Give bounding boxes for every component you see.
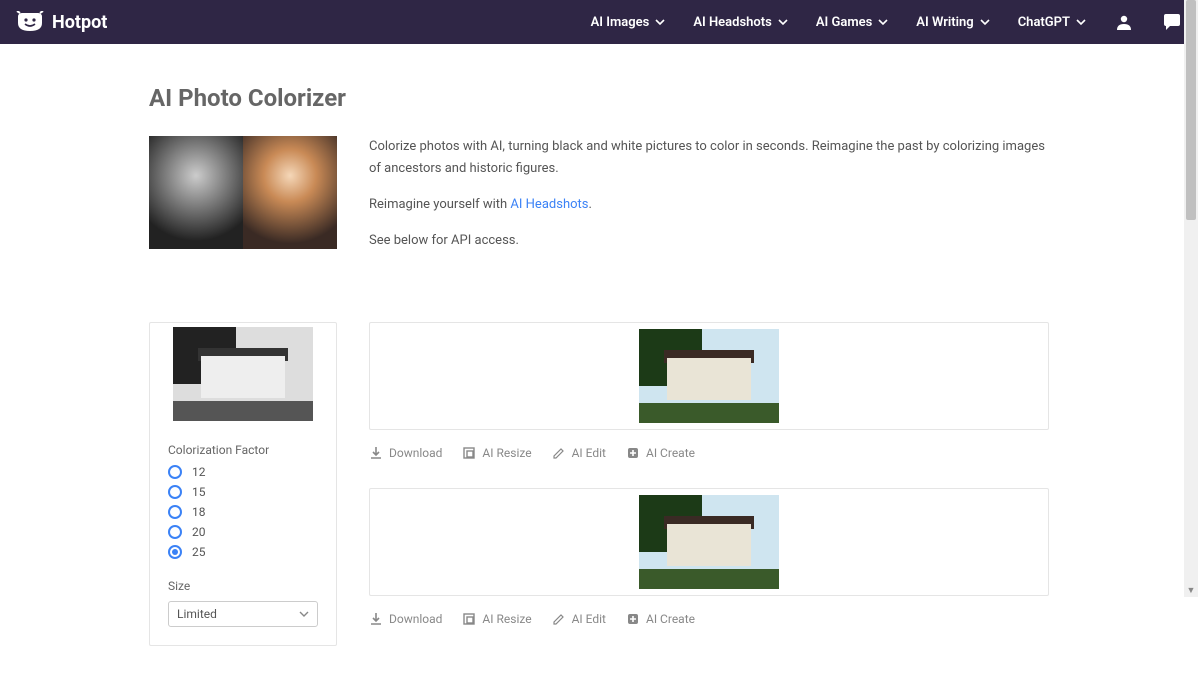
main-nav: AI Images AI Headshots AI Games AI Writi… — [591, 12, 1182, 32]
radio-icon — [168, 505, 182, 519]
chevron-down-icon — [778, 17, 788, 27]
chevron-down-icon — [299, 609, 309, 619]
result-card-2 — [369, 488, 1049, 596]
input-card: Colorization Factor 12 15 18 20 25 Size … — [149, 322, 337, 646]
intro-paragraph-2: Reimagine yourself with AI Headshots. — [369, 194, 1049, 216]
nav-ai-games[interactable]: AI Games — [816, 15, 888, 30]
factor-option-15[interactable]: 15 — [168, 485, 318, 499]
size-label: Size — [168, 579, 318, 593]
factor-option-20[interactable]: 20 — [168, 525, 318, 539]
hero-image-bw — [149, 136, 243, 249]
brand-logo[interactable]: Hotpot — [16, 11, 107, 33]
radio-icon — [168, 465, 182, 479]
edit-icon — [552, 612, 566, 626]
radio-icon — [168, 525, 182, 539]
hero-image-color — [243, 136, 337, 249]
chevron-down-icon — [1076, 17, 1086, 27]
chevron-down-icon — [878, 17, 888, 27]
intro-text: Colorize photos with AI, turning black a… — [369, 136, 1049, 266]
brand-name: Hotpot — [52, 12, 107, 33]
factor-option-18[interactable]: 18 — [168, 505, 318, 519]
ai-edit-button[interactable]: AI Edit — [552, 446, 606, 460]
ai-headshots-link[interactable]: AI Headshots — [510, 197, 588, 212]
page-title: AI Photo Colorizer — [149, 84, 1049, 112]
ai-resize-button[interactable]: AI Resize — [462, 446, 531, 460]
resize-icon — [462, 612, 476, 626]
input-preview[interactable] — [150, 323, 336, 425]
download-button[interactable]: Download — [369, 612, 442, 626]
result-image-2[interactable] — [639, 495, 779, 589]
result-card-1 — [369, 322, 1049, 430]
intro-section: Colorize photos with AI, turning black a… — [149, 136, 1049, 266]
chevron-down-icon — [655, 17, 665, 27]
resize-icon — [462, 446, 476, 460]
top-bar: Hotpot AI Images AI Headshots AI Games A… — [0, 0, 1198, 44]
ai-create-button[interactable]: AI Create — [626, 446, 695, 460]
factor-option-12[interactable]: 12 — [168, 465, 318, 479]
ai-create-button[interactable]: AI Create — [626, 612, 695, 626]
user-icon[interactable] — [1114, 12, 1134, 32]
size-select[interactable]: Limited — [168, 601, 318, 627]
right-column: Download AI Resize AI Edit AI Create Dow… — [369, 322, 1049, 654]
result-actions-1: Download AI Resize AI Edit AI Create — [369, 440, 1049, 488]
intro-paragraph-1: Colorize photos with AI, turning black a… — [369, 136, 1049, 180]
download-icon — [369, 612, 383, 626]
scrollbar[interactable]: ▲ ▼ — [1184, 0, 1198, 597]
ai-resize-button[interactable]: AI Resize — [462, 612, 531, 626]
chevron-down-icon — [980, 17, 990, 27]
download-icon — [369, 446, 383, 460]
nav-chatgpt[interactable]: ChatGPT — [1018, 15, 1086, 30]
ai-edit-button[interactable]: AI Edit — [552, 612, 606, 626]
nav-ai-images[interactable]: AI Images — [591, 15, 666, 30]
left-column: Colorization Factor 12 15 18 20 25 Size … — [149, 322, 337, 646]
result-image-1[interactable] — [639, 329, 779, 423]
controls-panel: Colorization Factor 12 15 18 20 25 Size … — [150, 425, 336, 645]
hero-image — [149, 136, 337, 249]
create-icon — [626, 446, 640, 460]
hotpot-logo-icon — [16, 11, 44, 33]
input-image — [173, 327, 313, 421]
nav-ai-headshots[interactable]: AI Headshots — [693, 15, 788, 30]
edit-icon — [552, 446, 566, 460]
nav-ai-writing[interactable]: AI Writing — [916, 15, 989, 30]
factor-option-25[interactable]: 25 — [168, 545, 318, 559]
chat-icon[interactable] — [1162, 12, 1182, 32]
size-value: Limited — [177, 607, 217, 621]
radio-icon — [168, 485, 182, 499]
create-icon — [626, 612, 640, 626]
scrollbar-thumb[interactable] — [1186, 0, 1196, 220]
intro-paragraph-3: See below for API access. — [369, 230, 1049, 252]
factor-label: Colorization Factor — [168, 443, 318, 457]
scroll-down-arrow[interactable]: ▼ — [1184, 583, 1198, 597]
radio-icon — [168, 545, 182, 559]
download-button[interactable]: Download — [369, 446, 442, 460]
work-area: Colorization Factor 12 15 18 20 25 Size … — [149, 322, 1049, 654]
result-actions-2: Download AI Resize AI Edit AI Create — [369, 606, 1049, 654]
